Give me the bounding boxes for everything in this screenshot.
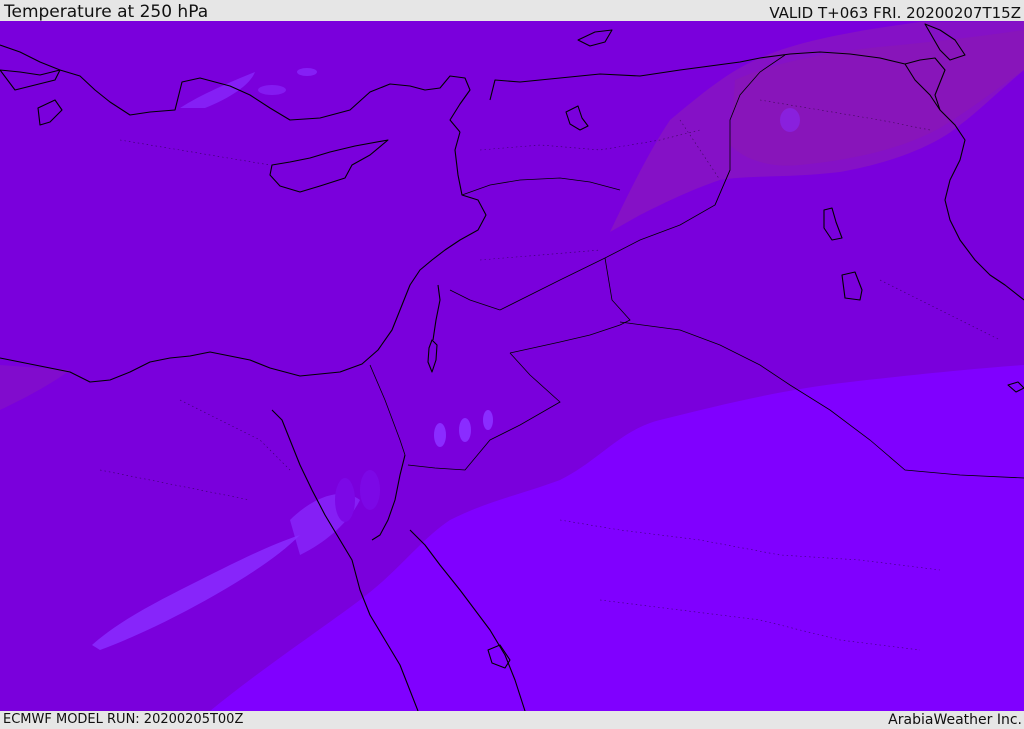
cool-cell-2 — [360, 470, 380, 510]
cool-cell-5 — [483, 410, 493, 430]
cool-cell-3 — [434, 423, 446, 447]
cool-patch-north — [258, 85, 286, 95]
cool-cell-4 — [459, 418, 471, 442]
model-run-label: ECMWF MODEL RUN: 20200205T00Z — [3, 712, 244, 727]
cool-patch-black-sea — [297, 68, 317, 76]
map-title: Temperature at 250 hPa — [4, 2, 209, 22]
header-bar: Temperature at 250 hPa VALID T+063 FRI. … — [0, 0, 1024, 21]
credit-label: ArabiaWeather Inc. — [888, 712, 1022, 728]
cool-patch-iran — [780, 108, 800, 132]
cool-cell-1 — [335, 478, 355, 522]
footer-bar: ECMWF MODEL RUN: 20200205T00Z ArabiaWeat… — [0, 711, 1024, 729]
weather-map[interactable] — [0, 21, 1024, 711]
map-canvas — [0, 21, 1024, 711]
valid-time-label: VALID T+063 FRI. 20200207T15Z — [769, 4, 1021, 22]
app-frame: Temperature at 250 hPa VALID T+063 FRI. … — [0, 0, 1024, 729]
